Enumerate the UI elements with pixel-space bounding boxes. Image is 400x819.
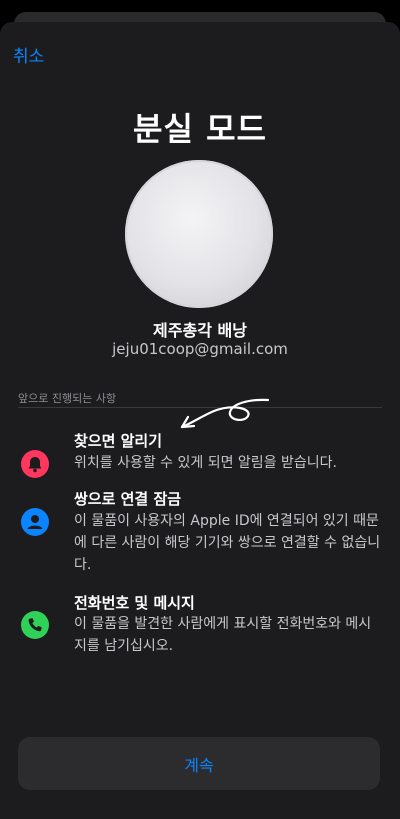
person-icon — [21, 508, 49, 536]
feature-title: 전화번호 및 메시지 — [74, 594, 195, 612]
phone-icon — [21, 611, 49, 639]
bell-icon — [21, 450, 49, 478]
feature-description: 이 물품이 사용자의 Apple ID에 연결되어 있기 때문에 다른 사람이 … — [74, 513, 381, 573]
owner-email: jeju01coop@gmail.com — [112, 340, 288, 358]
continue-button[interactable]: 계속 — [18, 737, 380, 790]
item-name: 제주총각 배낭 — [153, 321, 247, 340]
section-header: 앞으로 진행되는 사항 — [18, 392, 117, 405]
cancel-button[interactable]: 취소 — [13, 42, 44, 67]
feature-description: 이 물품을 발견한 사람에게 표시할 전화번호와 메시지를 남기십시오. — [74, 616, 372, 654]
feature-description: 위치를 사용할 수 있게 되면 알림을 받습니다. — [74, 455, 337, 471]
feature-title: 찾으면 알리기 — [74, 432, 163, 450]
page-title: 분실 모드 — [133, 110, 267, 148]
handwritten-arrow-annotation — [180, 398, 270, 429]
airtag-image — [125, 160, 273, 308]
feature-title: 쌍으로 연결 잠금 — [74, 490, 182, 508]
